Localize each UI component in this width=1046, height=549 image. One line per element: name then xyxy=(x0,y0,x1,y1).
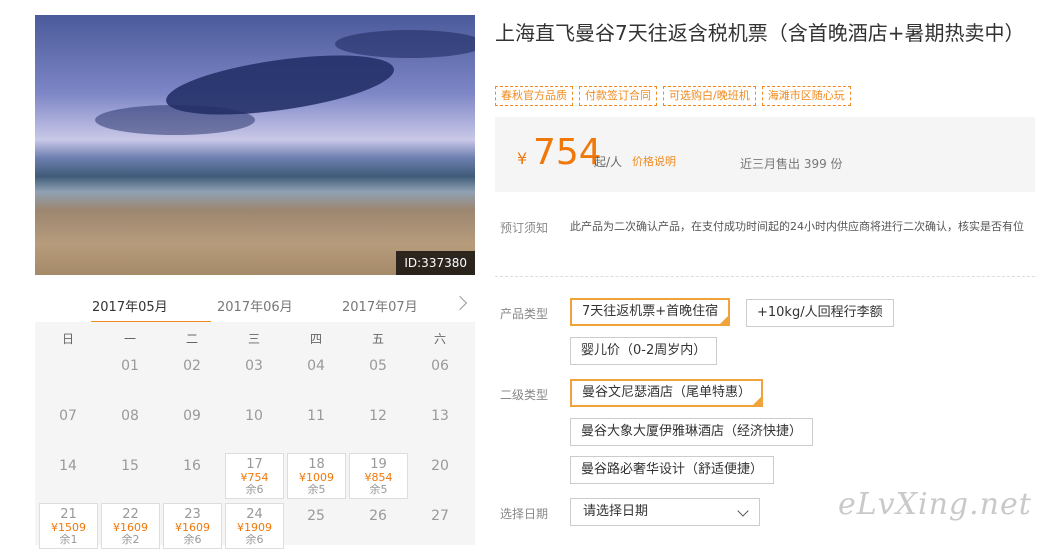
calendar-day: 16 xyxy=(183,458,201,474)
calendar-day: 15 xyxy=(121,458,139,474)
price-box: ¥ 754 起/人 价格说明 近三月售出 399 份 xyxy=(495,117,1035,192)
calendar-day: 11 xyxy=(307,408,325,424)
product-type-option[interactable]: +10kg/人回程行李额 xyxy=(746,299,894,327)
weekday-header: 三 xyxy=(247,332,260,346)
day-remaining: 余5 xyxy=(369,483,388,496)
chevron-down-icon xyxy=(737,505,749,517)
date-select-dropdown[interactable]: 请选择日期 xyxy=(570,498,760,526)
calendar-day: 03 xyxy=(245,358,263,374)
calendar-day: 13 xyxy=(431,408,449,424)
calendar-day-available[interactable]: 22 ¥1609 余2 xyxy=(101,503,160,549)
day-number: 22 xyxy=(122,507,139,522)
calendar-day: 10 xyxy=(245,408,263,424)
calendar-day-available[interactable]: 23 ¥1609 余6 xyxy=(163,503,222,549)
product-title: 上海直飞曼谷7天往返含税机票（含首晚酒店+暑期热卖中） xyxy=(495,21,1025,45)
weekday-header: 日 xyxy=(61,332,74,346)
calendar-day-available[interactable]: 17 ¥754 余6 xyxy=(225,453,284,499)
calendar-day: 26 xyxy=(369,508,387,524)
day-number: 21 xyxy=(60,507,77,522)
day-number: 18 xyxy=(308,457,325,472)
calendar-day-available[interactable]: 24 ¥1909 余6 xyxy=(225,503,284,549)
sub-type-label: 二级类型 xyxy=(500,388,549,402)
day-remaining: 余6 xyxy=(183,533,202,546)
calendar-day: 01 xyxy=(121,358,139,374)
sub-type-option[interactable]: 曼谷路必奢华设计（舒适便捷） xyxy=(570,456,775,484)
day-remaining: 余2 xyxy=(121,533,140,546)
calendar-grid: 日 一 二 三 四 五 六 01 02 03 04 05 06 07 08 09 10 11 12 13 14 15 16 2… xyxy=(35,322,475,549)
calendar-day-available[interactable]: 19 ¥854 余5 xyxy=(349,453,408,499)
product-type-option[interactable]: 婴儿价（0-2周岁内） xyxy=(570,337,718,365)
feature-tags: 春秋官方品质 付款签订合同 可选购白/晚班机 海滩市区随心玩 xyxy=(495,86,851,106)
calendar-day: 14 xyxy=(59,458,77,474)
tab-month[interactable]: 2017年06月 xyxy=(217,296,293,315)
calendar-day-available[interactable]: 21 ¥1509 余1 xyxy=(39,503,98,549)
calendar-day: 05 xyxy=(369,358,387,374)
sold-count: 近三月售出 399 份 xyxy=(740,157,843,171)
calendar-day: 06 xyxy=(431,358,449,374)
watermark: eLvXing.net xyxy=(838,487,1032,522)
calendar-day: 25 xyxy=(307,508,325,524)
feature-tag: 海滩市区随心玩 xyxy=(761,86,851,106)
day-remaining: 余6 xyxy=(245,533,264,546)
feature-tag: 春秋官方品质 xyxy=(495,86,573,106)
price-unit: 起/人 xyxy=(594,155,623,169)
calendar-day: 07 xyxy=(59,408,77,424)
tab-month[interactable]: 2017年07月 xyxy=(342,296,418,315)
notice-text: 此产品为二次确认产品，在支付成功时间起的24小时内供应商将进行二次确认，核实是否… xyxy=(570,220,1024,233)
notice-label: 预订须知 xyxy=(500,221,549,235)
weekday-header: 五 xyxy=(371,332,384,346)
calendar-day: 04 xyxy=(307,358,325,374)
calendar-month-tabs: 2017年05月 2017年06月 2017年07月 xyxy=(35,286,475,324)
calendar-day: 12 xyxy=(369,408,387,424)
weekday-header: 四 xyxy=(309,332,322,346)
calendar-day: 20 xyxy=(431,458,449,474)
price-amount: 754 xyxy=(533,132,602,173)
weekday-header: 一 xyxy=(123,332,136,346)
day-remaining: 余1 xyxy=(59,533,78,546)
day-number: 23 xyxy=(184,507,201,522)
sub-type-option[interactable]: 曼谷文尼瑟酒店（尾单特惠） xyxy=(570,379,764,407)
calendar-day: 09 xyxy=(183,408,201,424)
feature-tag: 付款签订合同 xyxy=(579,86,657,106)
photo-cloud xyxy=(335,30,475,58)
calendar-day: 27 xyxy=(431,508,449,524)
calendar-day: 02 xyxy=(183,358,201,374)
photo-id-badge: ID:337380 xyxy=(396,251,475,275)
day-remaining: 余5 xyxy=(307,483,326,496)
product-type-option[interactable]: 7天往返机票+首晚住宿 xyxy=(570,298,731,326)
date-select-value: 请选择日期 xyxy=(583,504,649,519)
day-number: 24 xyxy=(246,507,263,522)
calendar-day: 08 xyxy=(121,408,139,424)
price-explain-link[interactable]: 价格说明 xyxy=(632,153,676,169)
chevron-right-icon[interactable] xyxy=(452,295,468,311)
day-remaining: 余6 xyxy=(245,483,264,496)
date-select-label: 选择日期 xyxy=(500,507,549,521)
day-number: 19 xyxy=(370,457,387,472)
weekday-header: 二 xyxy=(185,332,198,346)
product-photo[interactable]: ID:337380 xyxy=(35,15,475,275)
feature-tag: 可选购白/晚班机 xyxy=(663,86,756,106)
calendar-day-available[interactable]: 18 ¥1009 余5 xyxy=(287,453,346,499)
product-type-label: 产品类型 xyxy=(500,307,549,321)
photo-cloud xyxy=(95,105,255,135)
weekday-header: 六 xyxy=(433,332,446,346)
divider xyxy=(495,276,1035,277)
tab-month[interactable]: 2017年05月 xyxy=(92,296,168,315)
sub-type-option[interactable]: 曼谷大象大厦伊雅琳酒店（经济快捷） xyxy=(570,418,814,446)
day-number: 17 xyxy=(246,457,263,472)
currency-symbol: ¥ xyxy=(517,149,528,168)
